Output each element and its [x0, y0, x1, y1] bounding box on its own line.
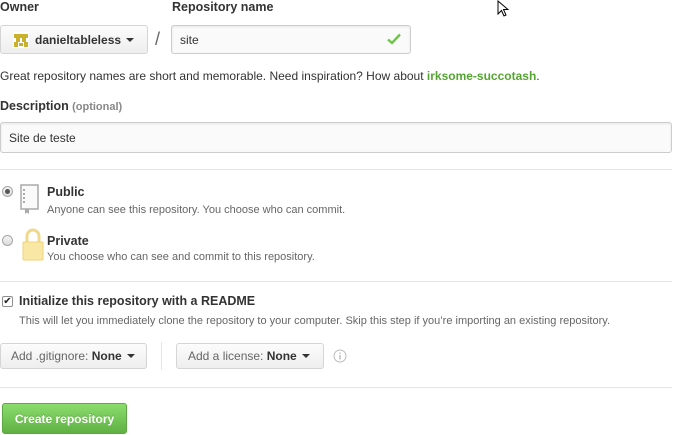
info-icon[interactable]: [333, 349, 347, 366]
divider: [0, 387, 672, 388]
public-title: Public: [47, 185, 85, 199]
repository-name-input[interactable]: site: [171, 25, 411, 54]
owner-repo-separator: /: [155, 29, 161, 49]
chevron-down-icon: [301, 354, 310, 358]
gitignore-value: None: [91, 349, 122, 363]
init-readme-checkbox[interactable]: ✔: [2, 296, 13, 307]
checkmark-icon: [387, 33, 401, 48]
hint-period: .: [536, 69, 540, 83]
create-repository-button[interactable]: Create repository: [2, 403, 127, 434]
repository-name-label: Repository name: [172, 0, 274, 14]
chevron-down-icon: [126, 354, 135, 358]
license-value: None: [266, 349, 297, 363]
license-dropdown[interactable]: Add a license: None: [176, 343, 324, 369]
license-prefix: Add a license:: [188, 349, 264, 363]
divider: [0, 281, 672, 282]
private-title: Private: [47, 234, 89, 248]
private-radio[interactable]: [2, 235, 13, 246]
owner-avatar-icon: [13, 31, 29, 48]
public-radio[interactable]: [2, 186, 13, 197]
description-optional: (optional): [72, 101, 123, 113]
divider: [0, 169, 672, 170]
gitignore-dropdown[interactable]: Add .gitignore: None: [0, 343, 147, 369]
owner-dropdown[interactable]: danieltableless: [0, 25, 148, 54]
private-description: You choose who can see and commit to thi…: [47, 251, 315, 263]
public-description: Anyone can see this repository. You choo…: [47, 204, 346, 216]
description-value: Site de teste: [9, 130, 76, 145]
owner-name: danieltableless: [35, 32, 122, 47]
hint-text: Great repository names are short and mem…: [0, 69, 427, 83]
suggested-name-link[interactable]: irksome-succotash: [427, 69, 536, 83]
vertical-divider: [161, 342, 162, 370]
description-label-row: Description (optional): [0, 99, 122, 113]
chevron-down-icon: [126, 37, 135, 42]
lock-icon: [21, 226, 45, 265]
gitignore-prefix: Add .gitignore:: [11, 349, 89, 363]
repo-public-icon: [19, 183, 41, 218]
init-readme-title: Initialize this repository with a README: [19, 294, 256, 308]
owner-label: Owner: [0, 0, 39, 14]
repository-name-value: site: [180, 32, 199, 47]
name-suggestion-hint: Great repository names are short and mem…: [0, 69, 540, 83]
init-readme-description: This will let you immediately clone the …: [19, 315, 610, 327]
description-input[interactable]: Site de teste: [0, 122, 672, 153]
description-label: Description: [0, 99, 69, 113]
mouse-cursor-icon: [497, 0, 511, 21]
